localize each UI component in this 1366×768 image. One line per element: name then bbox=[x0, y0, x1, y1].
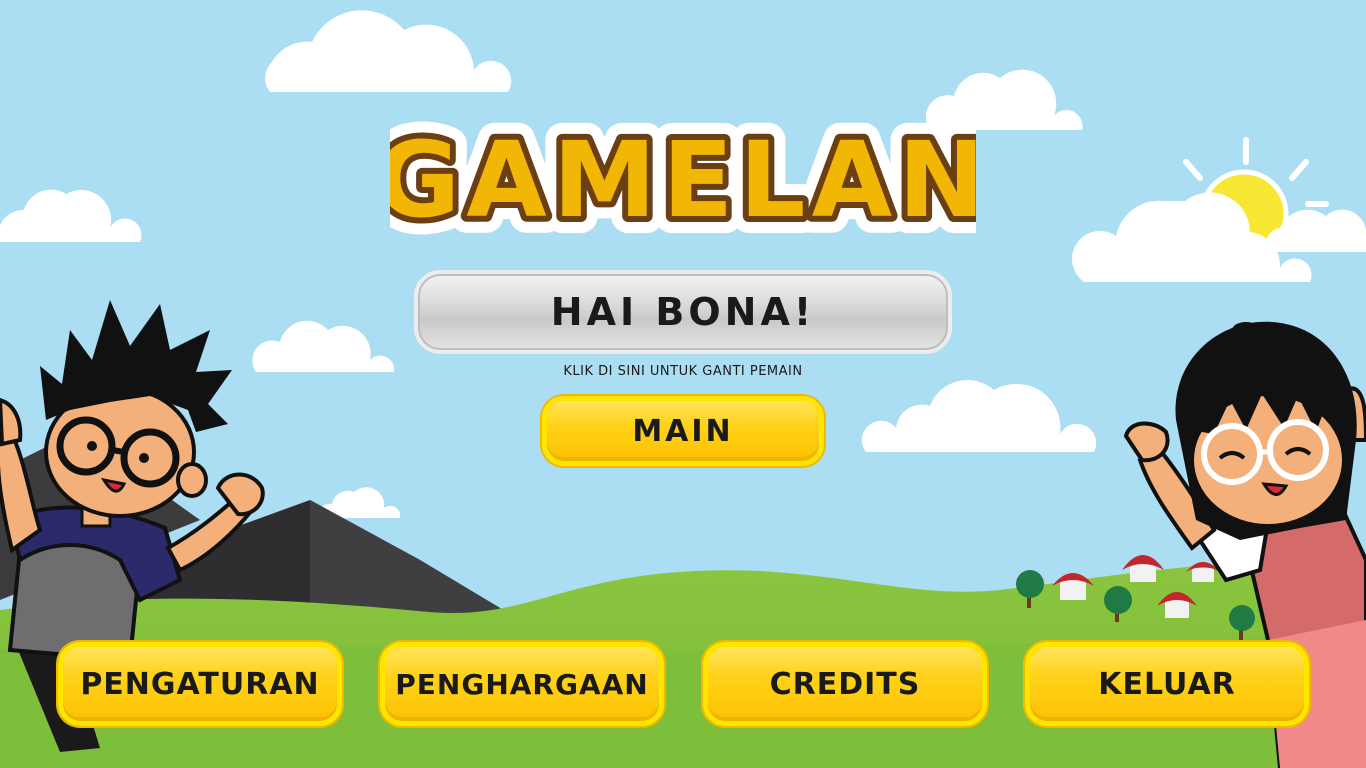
game-title-text: GAMELAN bbox=[390, 119, 976, 241]
awards-button-label: PENGHARGAAN bbox=[395, 667, 649, 701]
credits-button-label: CREDITS bbox=[769, 666, 921, 702]
play-button[interactable]: MAIN bbox=[542, 396, 824, 466]
settings-button[interactable]: PENGATURAN bbox=[58, 642, 342, 726]
game-title: GAMELAN GAMELAN bbox=[358, 100, 1002, 258]
ui-layer: GAMELAN GAMELAN HAI BONA! KLIK DI SINI U… bbox=[0, 0, 1366, 768]
credits-button[interactable]: CREDITS bbox=[703, 642, 987, 726]
exit-button-label: KELUAR bbox=[1098, 666, 1236, 702]
player-greeting: HAI BONA! bbox=[550, 290, 816, 334]
main-menu-screen: GAMELAN GAMELAN HAI BONA! KLIK DI SINI U… bbox=[0, 0, 1366, 768]
exit-button[interactable]: KELUAR bbox=[1025, 642, 1309, 726]
settings-button-label: PENGATURAN bbox=[80, 666, 320, 702]
player-name-button[interactable]: HAI BONA! bbox=[414, 270, 952, 354]
switch-player-link[interactable]: KLIK DI SINI UNTUK GANTI PEMAIN bbox=[483, 364, 883, 379]
awards-button[interactable]: PENGHARGAAN bbox=[380, 642, 664, 726]
play-button-label: MAIN bbox=[632, 413, 734, 449]
